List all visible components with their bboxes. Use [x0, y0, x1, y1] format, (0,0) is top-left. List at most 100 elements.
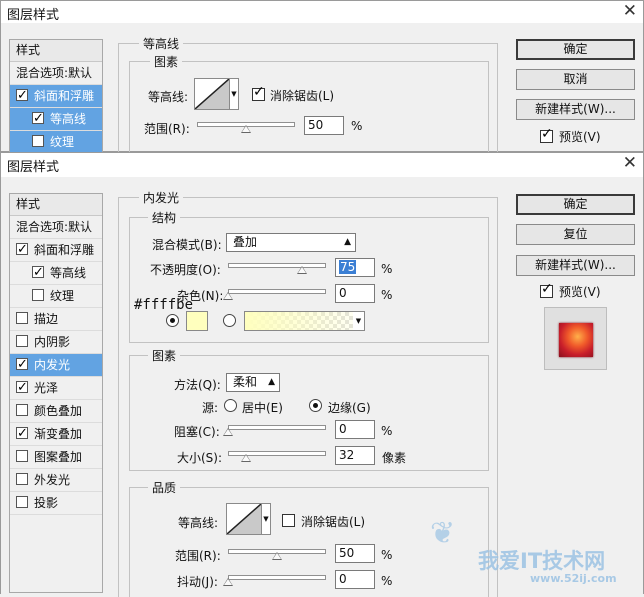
- blend-mode-select[interactable]: 叠加 ▲: [226, 233, 356, 252]
- layer-style-dialog: 图层样式 ✕ 样式 混合选项:默认 斜面和浮雕 等高线 纹理 描边 内阴影 内发…: [0, 152, 644, 597]
- inner-glow-checkbox[interactable]: [16, 354, 28, 376]
- method-arrow-icon: ▲: [268, 377, 275, 387]
- choke-slider[interactable]: [228, 425, 326, 430]
- dialog-title: 图层样式: [7, 160, 60, 175]
- gradient-picker[interactable]: [244, 311, 354, 331]
- solid-color-radio[interactable]: [166, 314, 179, 327]
- reset-button[interactable]: 复位: [516, 224, 635, 245]
- back-texture-checkbox[interactable]: [32, 135, 44, 147]
- opacity-label: 不透明度(O):: [150, 263, 221, 277]
- glow-color-swatch[interactable]: [186, 311, 208, 331]
- elements-title: 图素: [148, 347, 181, 364]
- noise-percent: %: [381, 288, 393, 302]
- style-item-pattern-overlay[interactable]: 图案叠加: [10, 446, 102, 469]
- gradient-overlay-checkbox[interactable]: [16, 423, 28, 445]
- back-contour-preview[interactable]: [194, 78, 230, 110]
- back-section-title: 等高线: [139, 35, 184, 52]
- outer-glow-checkbox[interactable]: [16, 473, 28, 485]
- back-antialias-label: 消除锯齿(L): [270, 89, 335, 103]
- quality-contour-dropdown[interactable]: ▼: [262, 503, 271, 535]
- style-item-drop-shadow[interactable]: 投影: [10, 492, 102, 515]
- blend-options-item[interactable]: 混合选项:默认: [10, 216, 102, 239]
- quality-range-slider-thumb[interactable]: [272, 552, 282, 560]
- style-item-stroke[interactable]: 描边: [10, 308, 102, 331]
- style-item-satin[interactable]: 光泽: [10, 377, 102, 400]
- satin-checkbox[interactable]: [16, 377, 28, 399]
- back-range-slider-thumb[interactable]: [241, 125, 251, 133]
- gradient-radio[interactable]: [223, 314, 236, 327]
- noise-input[interactable]: 0: [335, 284, 375, 303]
- structure-title: 结构: [148, 209, 181, 226]
- gradient-dropdown[interactable]: ▼: [353, 311, 365, 331]
- back-style-item-contour[interactable]: 等高线: [10, 108, 102, 131]
- back-preview-checkbox[interactable]: [540, 126, 553, 143]
- size-unit: 像素: [382, 451, 407, 465]
- bevel-checkbox[interactable]: [16, 239, 28, 261]
- choke-slider-thumb[interactable]: [223, 428, 233, 436]
- style-item-bevel[interactable]: 斜面和浮雕: [10, 239, 102, 262]
- back-cancel-button[interactable]: 取消: [516, 69, 635, 90]
- inner-shadow-checkbox[interactable]: [16, 335, 28, 347]
- contour-checkbox[interactable]: [32, 262, 44, 284]
- back-style-item-bevel[interactable]: 斜面和浮雕: [10, 85, 102, 108]
- noise-slider-thumb[interactable]: [223, 292, 233, 300]
- back-contour-curve-icon: [195, 79, 229, 109]
- back-contour-dropdown[interactable]: ▼: [230, 78, 239, 110]
- choke-input[interactable]: 0: [335, 420, 375, 439]
- back-contour-checkbox[interactable]: [32, 108, 44, 130]
- title-bar: 图层样式 ✕: [1, 153, 643, 177]
- opacity-input[interactable]: 75: [335, 258, 375, 277]
- back-title-bar: 图层样式 ✕: [1, 1, 643, 23]
- opacity-slider[interactable]: [228, 263, 326, 268]
- watermark-wings-icon: ❦: [430, 516, 456, 551]
- new-style-button[interactable]: 新建样式(W)...: [516, 255, 635, 276]
- back-ok-button[interactable]: 确定: [516, 39, 635, 60]
- ok-button[interactable]: 确定: [516, 194, 635, 215]
- watermark-url: www.52ij.com: [530, 572, 617, 585]
- back-elements-title: 图素: [150, 53, 183, 70]
- style-item-color-overlay[interactable]: 颜色叠加: [10, 400, 102, 423]
- quality-range-input[interactable]: 50: [335, 544, 375, 563]
- close-icon[interactable]: ✕: [623, 153, 637, 173]
- back-style-item-texture[interactable]: 纹理: [10, 131, 102, 154]
- back-range-input[interactable]: 50: [304, 116, 344, 135]
- preview-checkbox[interactable]: [540, 281, 553, 298]
- quality-antialias-label: 消除锯齿(L): [301, 515, 366, 529]
- style-item-inner-glow[interactable]: 内发光: [10, 354, 102, 377]
- method-select[interactable]: 柔和 ▲: [226, 373, 280, 392]
- jitter-slider[interactable]: [228, 575, 326, 580]
- style-item-outer-glow[interactable]: 外发光: [10, 469, 102, 492]
- back-close-icon[interactable]: ✕: [623, 1, 637, 21]
- opacity-percent: %: [381, 262, 393, 276]
- quality-contour-preview[interactable]: [226, 503, 262, 535]
- style-item-texture[interactable]: 纹理: [10, 285, 102, 308]
- source-center-radio[interactable]: [224, 399, 237, 412]
- stroke-checkbox[interactable]: [16, 312, 28, 324]
- source-edge-radio[interactable]: [309, 399, 322, 412]
- pattern-overlay-checkbox[interactable]: [16, 450, 28, 462]
- noise-slider[interactable]: [228, 289, 326, 294]
- jitter-slider-thumb[interactable]: [223, 578, 233, 586]
- blend-mode-value: 叠加: [233, 235, 258, 249]
- choke-label: 阻塞(C):: [174, 425, 220, 439]
- color-overlay-checkbox[interactable]: [16, 404, 28, 416]
- jitter-input[interactable]: 0: [335, 570, 375, 589]
- style-item-contour[interactable]: 等高线: [10, 262, 102, 285]
- style-item-gradient-overlay[interactable]: 渐变叠加: [10, 423, 102, 446]
- back-new-style-button[interactable]: 新建样式(W)...: [516, 99, 635, 120]
- opacity-slider-thumb[interactable]: [296, 266, 307, 274]
- back-styles-header: 样式: [10, 40, 102, 62]
- source-center-label: 居中(E): [242, 401, 283, 415]
- back-bevel-checkbox[interactable]: [16, 85, 28, 107]
- size-input[interactable]: 32: [335, 446, 375, 465]
- style-item-inner-shadow[interactable]: 内阴影: [10, 331, 102, 354]
- texture-checkbox[interactable]: [32, 289, 44, 301]
- size-slider-thumb[interactable]: [241, 454, 251, 462]
- back-blend-options-item[interactable]: 混合选项:默认: [10, 62, 102, 85]
- drop-shadow-checkbox[interactable]: [16, 496, 28, 508]
- back-antialias-checkbox[interactable]: [252, 84, 265, 101]
- preview-swatch-image: [559, 323, 593, 357]
- back-dialog-title: 图层样式: [7, 8, 60, 23]
- back-range-percent: %: [351, 119, 363, 133]
- quality-antialias-checkbox[interactable]: [282, 514, 295, 527]
